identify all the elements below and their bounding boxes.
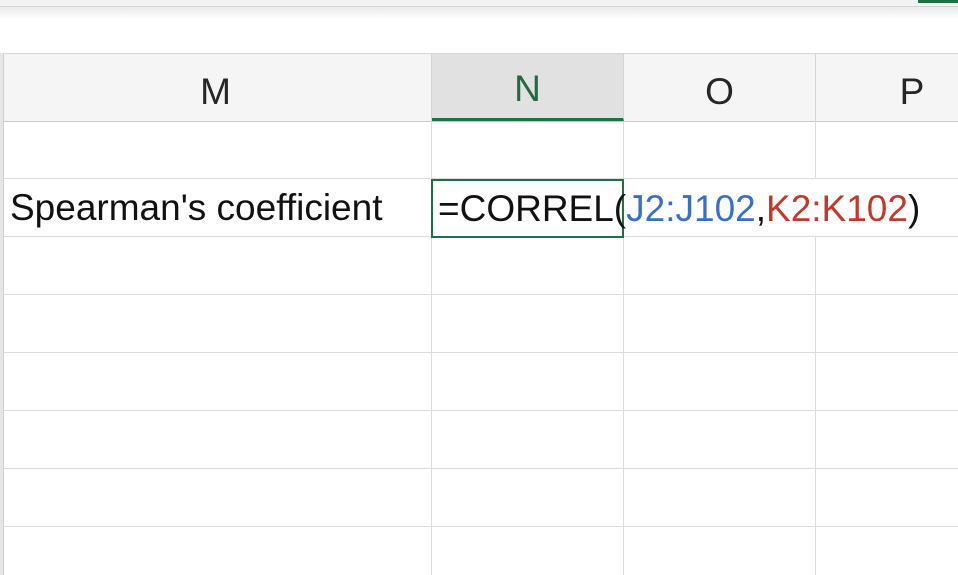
table-row	[0, 295, 958, 353]
column-header-label: P	[899, 71, 925, 112]
cell-p3[interactable]	[816, 237, 958, 295]
toolbar-shadow	[0, 7, 958, 19]
cell-n7[interactable]	[432, 469, 624, 527]
cell-p7[interactable]	[816, 469, 958, 527]
formula-prefix: =CORREL(	[438, 188, 627, 229]
cell-m5[interactable]	[0, 353, 432, 411]
cell-n6[interactable]	[432, 411, 624, 469]
table-row	[0, 411, 958, 469]
column-header-p[interactable]: P	[816, 54, 958, 121]
cell-m6[interactable]	[0, 411, 432, 469]
table-row	[0, 237, 958, 295]
formula-separator: ,	[755, 188, 767, 229]
table-row	[0, 121, 958, 179]
table-row	[0, 353, 958, 411]
cell-p4[interactable]	[816, 295, 958, 353]
formula-editor[interactable]: =CORREL(J2:J102,K2:K102)	[438, 188, 920, 230]
column-header-row: M N O P	[0, 53, 958, 122]
cell-o3[interactable]	[624, 237, 816, 295]
column-header-o[interactable]: O	[624, 54, 816, 121]
cell-m3[interactable]	[0, 237, 432, 295]
row-header-edge	[0, 53, 4, 575]
cell-o4[interactable]	[624, 295, 816, 353]
cell-n8[interactable]	[432, 527, 624, 575]
toolbar-strip	[0, 0, 958, 7]
cell-p1[interactable]	[816, 121, 958, 179]
cell-m1[interactable]	[0, 121, 432, 179]
cell-o6[interactable]	[624, 411, 816, 469]
accent-bar	[918, 0, 958, 3]
cell-o8[interactable]	[624, 527, 816, 575]
cell-n4[interactable]	[432, 295, 624, 353]
formula-range-1: J2:J102	[626, 188, 756, 229]
cell-label: Spearman's coefficient	[10, 187, 383, 228]
cell-n1[interactable]	[432, 121, 624, 179]
cell-p5[interactable]	[816, 353, 958, 411]
cell-m4[interactable]	[0, 295, 432, 353]
table-row	[0, 469, 958, 527]
cell-n5[interactable]	[432, 353, 624, 411]
spreadsheet-view: M N O P Spearman's coefficient =CORREL(J…	[0, 0, 958, 575]
cell-o1[interactable]	[624, 121, 816, 179]
cell-m2[interactable]: Spearman's coefficient	[0, 179, 432, 237]
formula-suffix: )	[907, 188, 921, 229]
column-header-m[interactable]: M	[0, 54, 432, 121]
column-header-label: O	[705, 71, 734, 112]
cell-o7[interactable]	[624, 469, 816, 527]
cell-m8[interactable]	[0, 527, 432, 575]
cell-n3[interactable]	[432, 237, 624, 295]
cell-p8[interactable]	[816, 527, 958, 575]
column-header-n[interactable]: N	[432, 54, 624, 121]
table-row	[0, 527, 958, 575]
formula-range-2: K2:K102	[766, 188, 908, 229]
cell-p6[interactable]	[816, 411, 958, 469]
cell-o5[interactable]	[624, 353, 816, 411]
cell-m7[interactable]	[0, 469, 432, 527]
column-header-label: M	[200, 71, 231, 112]
column-header-label: N	[514, 68, 541, 109]
